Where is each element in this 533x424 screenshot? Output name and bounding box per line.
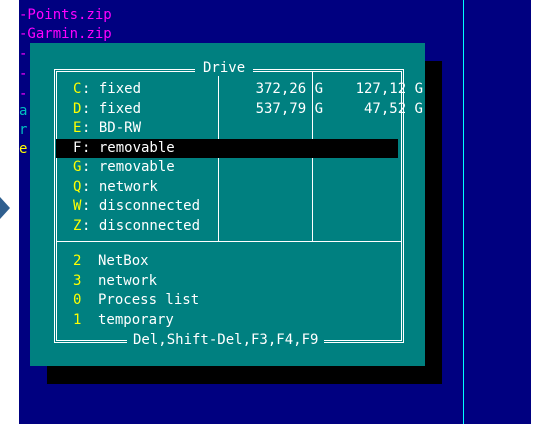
left-mark: - (19, 86, 28, 102)
drive-type: : disconnected (82, 217, 201, 234)
drive-letter: Q (73, 178, 82, 195)
left-mark: a (19, 103, 28, 119)
drive-item-w[interactable]: W: disconnected (56, 197, 398, 216)
dialog-title: Drive (195, 60, 254, 76)
drive-type: : fixed (82, 100, 142, 117)
dialog-footer-hint: Del,Shift-Del,F3,F4,F9 (127, 332, 325, 348)
file-item-points-zip[interactable]: -Points.zip (19, 7, 112, 23)
plugin-label: temporary (98, 311, 174, 328)
desktop: -Points.zip -Garmin.zip - - - a r e Driv… (0, 0, 533, 424)
drive-item-z[interactable]: Z: disconnected (56, 217, 398, 236)
plugin-item[interactable]: 0 Process list (56, 291, 398, 310)
drive-total-size: 372,26 G (255, 81, 323, 97)
drive-item-c[interactable]: C: fixed 372,26 G 127,12 G (56, 80, 423, 99)
section-divider (57, 241, 401, 242)
drive-free-size: 127,12 G (355, 81, 423, 97)
plugin-item[interactable]: 1 temporary (56, 311, 398, 330)
left-mark: r (19, 122, 28, 138)
drive-item-q[interactable]: Q: network (56, 178, 398, 197)
plugin-item[interactable]: 3 network (56, 272, 398, 291)
drive-type: : removable (82, 159, 175, 175)
drive-type: : network (82, 178, 158, 195)
plugin-hotkey: 1 (73, 311, 82, 328)
plugin-label: NetBox (98, 253, 149, 269)
drive-item-d[interactable]: D: fixed 537,79 G 47,52 G (56, 100, 423, 119)
drive-free-size: 47,52 G (363, 100, 423, 117)
left-mark: - (19, 46, 28, 62)
left-mark: e (19, 141, 28, 157)
drive-letter: F (73, 139, 82, 156)
plugin-item[interactable]: 2 NetBox (56, 252, 398, 271)
drive-type: : disconnected (82, 198, 201, 214)
drive-item-f[interactable]: F: removable (56, 138, 398, 158)
drive-letter: C (73, 81, 82, 97)
left-mark: - (19, 66, 28, 82)
plugin-label: network (98, 272, 158, 289)
drive-letter: G (73, 159, 82, 175)
drive-item-e[interactable]: E: BD-RW (56, 119, 398, 138)
plugin-hotkey: 2 (73, 253, 82, 269)
drive-total-size: 537,79 G (255, 100, 323, 117)
drive-dialog: Drive C: fixed 372,26 G 127,12 G D: fixed 53… (30, 43, 425, 366)
drive-letter: Z (73, 217, 82, 234)
drive-letter: E (73, 120, 82, 136)
drive-item-g[interactable]: G: removable (56, 158, 398, 177)
arrow-right-icon (0, 197, 10, 219)
plugin-label: Process list (98, 292, 200, 308)
plugin-hotkey: 0 (73, 292, 82, 308)
drive-type: : removable (82, 139, 175, 156)
panel-divider (463, 0, 464, 424)
drive-type: : fixed (82, 81, 142, 97)
drive-type: : BD-RW (82, 120, 142, 136)
drive-letter: D (73, 100, 82, 117)
file-item-garmin-zip[interactable]: -Garmin.zip (19, 26, 112, 42)
plugin-hotkey: 3 (73, 272, 82, 289)
drive-letter: W (73, 198, 82, 214)
